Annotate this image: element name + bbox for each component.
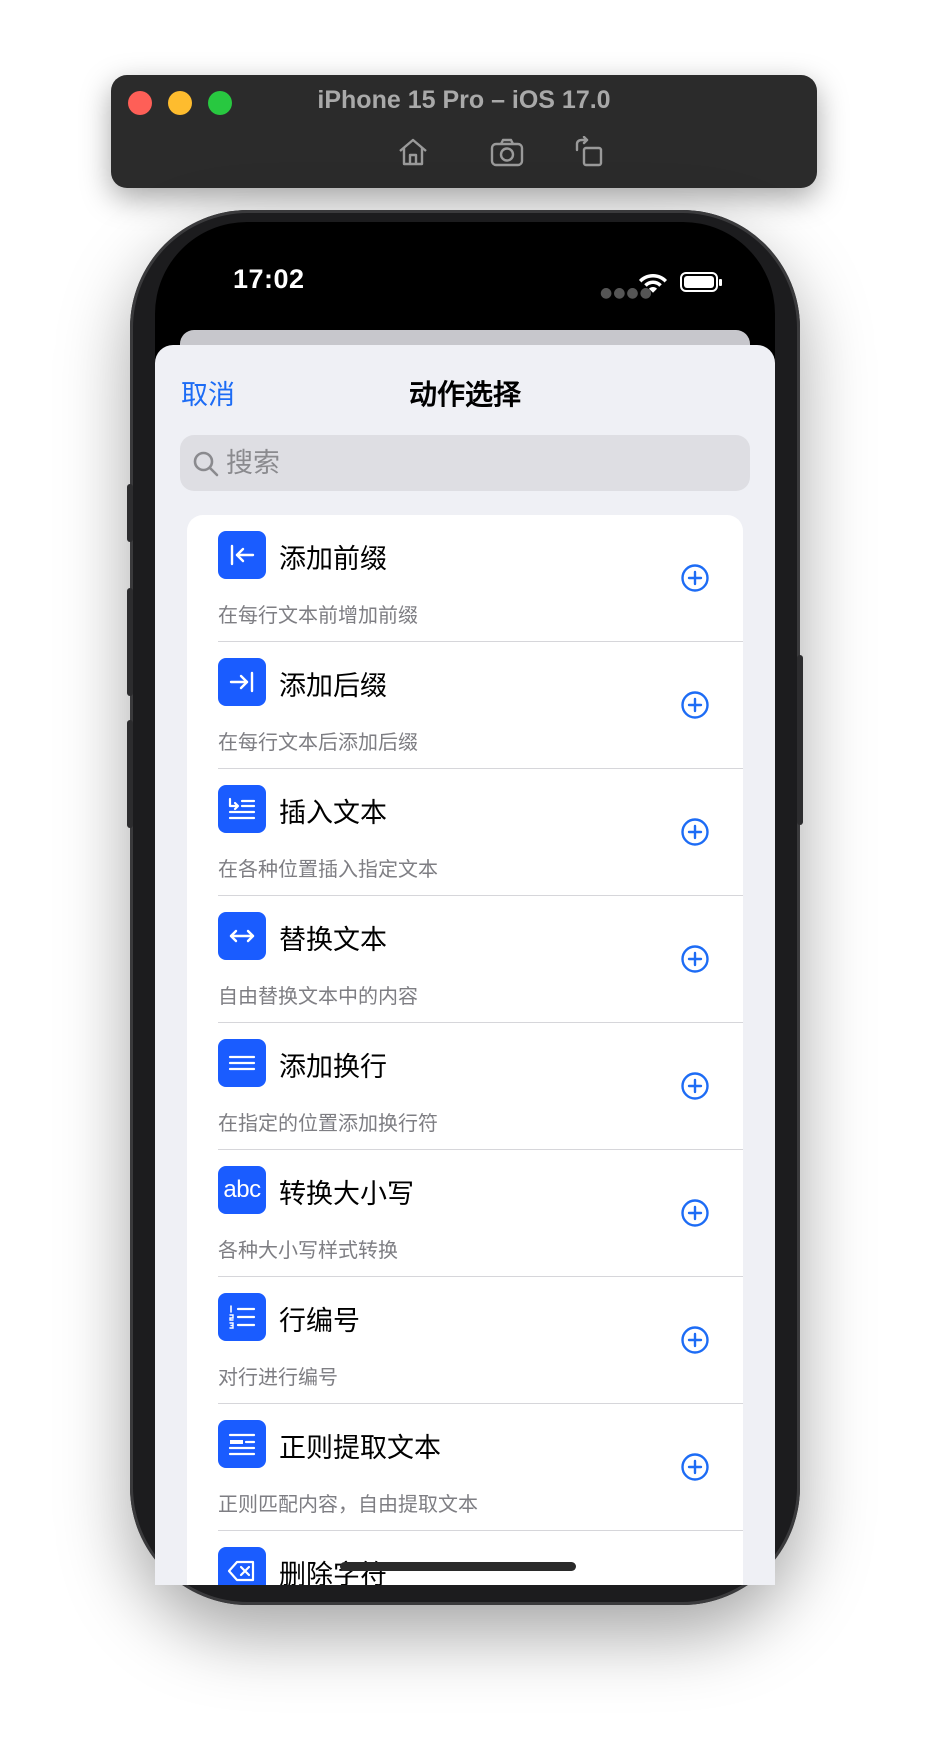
home-indicator[interactable] xyxy=(340,1562,576,1571)
action-subtitle: 在每行文本前增加前缀 xyxy=(218,603,418,627)
volume-up-button xyxy=(127,588,133,696)
search-input[interactable] xyxy=(226,435,736,491)
arrow-to-left-bar-icon xyxy=(218,531,266,579)
action-title: 添加换行 xyxy=(279,1052,387,1083)
screenshot-icon[interactable] xyxy=(489,136,525,168)
action-title: 添加前缀 xyxy=(279,544,387,575)
side-power-button xyxy=(797,655,803,825)
volume-down-button xyxy=(127,720,133,828)
action-row-convert-case[interactable]: abc 转换大小写 各种大小写样式转换 xyxy=(187,1150,743,1277)
home-icon[interactable] xyxy=(396,136,430,168)
action-subtitle: 各种大小写样式转换 xyxy=(218,1238,398,1262)
delete-left-icon xyxy=(218,1547,266,1585)
simulator-title: iPhone 15 Pro – iOS 17.0 xyxy=(317,86,611,114)
action-row-delete-chars[interactable]: 删除字符 xyxy=(187,1531,743,1585)
action-title: 转换大小写 xyxy=(279,1179,414,1210)
wifi-icon xyxy=(638,270,668,294)
action-subtitle: 在指定的位置添加换行符 xyxy=(218,1111,438,1135)
add-circle-icon[interactable] xyxy=(680,944,710,974)
action-row-replace-text[interactable]: 替换文本 自由替换文本中的内容 xyxy=(187,896,743,1023)
action-title: 正则提取文本 xyxy=(279,1433,441,1464)
action-subtitle: 在每行文本后添加后缀 xyxy=(218,730,418,754)
status-time: 17:02 xyxy=(233,264,305,294)
action-title: 添加后缀 xyxy=(279,671,387,702)
action-title: 插入文本 xyxy=(279,798,387,829)
action-row-add-prefix[interactable]: 添加前缀 在每行文本前增加前缀 xyxy=(187,515,743,642)
action-row-line-numbers[interactable]: 行编号 对行进行编号 xyxy=(187,1277,743,1404)
text-extract-icon xyxy=(218,1420,266,1468)
battery-icon xyxy=(680,272,722,292)
arrow-to-right-bar-icon xyxy=(218,658,266,706)
action-picker-sheet: 取消 动作选择 添加前缀 在每行文本前增加前缀 xyxy=(155,345,775,1585)
action-subtitle: 在各种位置插入指定文本 xyxy=(218,857,438,881)
add-circle-icon[interactable] xyxy=(680,690,710,720)
sheet-title: 动作选择 xyxy=(408,378,521,411)
action-row-add-suffix[interactable]: 添加后缀 在每行文本后添加后缀 xyxy=(187,642,743,769)
action-subtitle: 对行进行编号 xyxy=(218,1365,338,1389)
add-circle-icon[interactable] xyxy=(680,1198,710,1228)
action-row-regex-extract[interactable]: 正则提取文本 正则匹配内容，自由提取文本 xyxy=(187,1404,743,1531)
add-circle-icon[interactable] xyxy=(680,1452,710,1482)
add-circle-icon[interactable] xyxy=(680,1325,710,1355)
lines-icon xyxy=(218,1039,266,1087)
action-subtitle: 自由替换文本中的内容 xyxy=(218,984,418,1008)
search-bar[interactable] xyxy=(180,435,750,491)
action-button xyxy=(127,484,133,542)
left-right-arrow-icon xyxy=(218,912,266,960)
insert-text-icon xyxy=(218,785,266,833)
search-icon xyxy=(193,451,219,477)
add-circle-icon[interactable] xyxy=(680,817,710,847)
action-subtitle: 正则匹配内容，自由提取文本 xyxy=(218,1492,478,1516)
add-circle-icon[interactable] xyxy=(680,1071,710,1101)
add-circle-icon[interactable] xyxy=(680,563,710,593)
numbered-list-icon xyxy=(218,1293,266,1341)
action-row-insert-text[interactable]: 插入文本 在各种位置插入指定文本 xyxy=(187,769,743,896)
action-title: 替换文本 xyxy=(279,925,387,956)
rotate-icon[interactable] xyxy=(573,135,607,168)
abc-icon: abc xyxy=(218,1166,266,1214)
action-list: 添加前缀 在每行文本前增加前缀 添加后缀 在每行文本后添加后缀 插入文本 在各种… xyxy=(187,515,743,1585)
action-row-add-newline[interactable]: 添加换行 在指定的位置添加换行符 xyxy=(187,1023,743,1150)
action-title: 行编号 xyxy=(279,1306,360,1337)
